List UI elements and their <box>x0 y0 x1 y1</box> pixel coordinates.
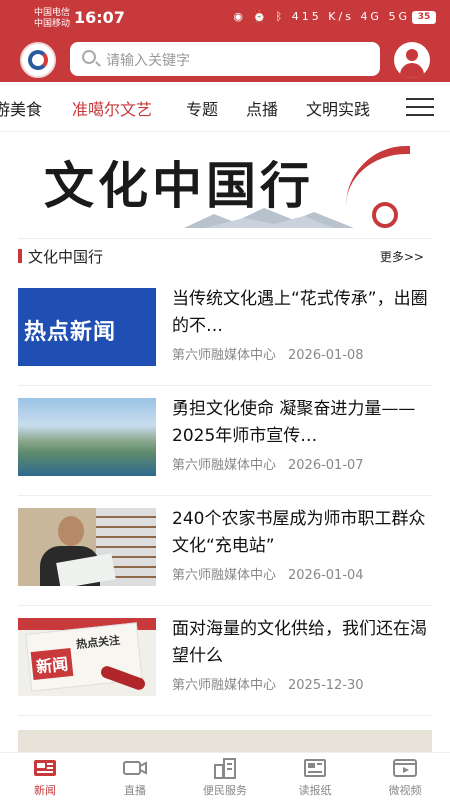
swirl-icon <box>372 202 398 228</box>
news-source: 第六师融媒体中心 <box>172 568 277 583</box>
section-title: 文化中国行 <box>28 248 104 266</box>
news-source: 第六师融媒体中心 <box>172 678 277 693</box>
film-icon <box>393 759 417 777</box>
newspaper-read-icon <box>304 759 326 777</box>
carrier-2: 中国移动 <box>34 19 71 29</box>
nav-services[interactable]: 便民服务 <box>190 757 260 798</box>
carrier-info: 中国电信 中国移动 <box>34 8 70 30</box>
search-input[interactable]: 请输入关键字 <box>106 50 190 70</box>
tab-food[interactable]: 游美食 <box>0 96 42 120</box>
news-date: 2025-12-30 <box>288 678 364 693</box>
news-date: 2026-01-08 <box>288 348 364 363</box>
more-link[interactable]: 更多>> <box>380 248 424 265</box>
news-item[interactable]: 新闻 热点关注 面对海量的文化供给，我们还在渴望什么 第六师融媒体中心 2025-… <box>18 606 432 716</box>
news-meta: 第六师融媒体中心 2026-01-07 <box>172 454 364 473</box>
nav-news[interactable]: 新闻 <box>10 757 80 798</box>
nav-label: 直播 <box>124 784 146 797</box>
nav-label: 微视频 <box>388 784 422 797</box>
bluetooth-icon: ᛒ <box>275 10 286 23</box>
signal-4g: 4G <box>360 10 382 23</box>
nav-live[interactable]: 直播 <box>100 757 170 798</box>
news-thumbnail: 新闻 热点关注 <box>18 618 156 696</box>
newspaper-icon <box>34 760 56 776</box>
news-thumbnail: 热点新闻 <box>18 288 156 366</box>
section-accent <box>18 249 22 263</box>
signal-5g: 5G <box>388 10 410 23</box>
news-title: 当传统文化遇上“花式传承”，出圈的不… <box>172 289 428 336</box>
banner-title: 文化中国行 <box>44 156 314 215</box>
news-meta: 第六师融媒体中心 2026-01-08 <box>172 344 364 363</box>
next-banner-partial[interactable] <box>18 730 432 752</box>
nav-label: 读报纸 <box>298 784 332 797</box>
thumbnail-caption: 热点新闻 <box>24 320 117 345</box>
app-logo[interactable] <box>20 42 56 78</box>
news-title: 面对海量的文化供给，我们还在渴望什么 <box>172 619 427 666</box>
news-date: 2026-01-04 <box>288 568 364 583</box>
tab-literature[interactable]: 准噶尔文艺 <box>72 96 152 120</box>
bottom-nav: 新闻 直播 便民服务 读报纸 微视频 <box>0 752 450 800</box>
channel-tabs: 游美食 准噶尔文艺 专题 点播 文明实践 <box>0 82 450 132</box>
news-meta: 第六师融媒体中心 2025-12-30 <box>172 674 364 693</box>
search-icon <box>82 50 96 64</box>
section-header: 文化中国行 更多>> <box>18 238 432 270</box>
news-meta: 第六师融媒体中心 2026-01-04 <box>172 564 364 583</box>
battery-indicator: 35 <box>412 11 436 24</box>
news-item[interactable]: 热点新闻 当传统文化遇上“花式传承”，出圈的不… 第六师融媒体中心 2026-01… <box>18 276 432 386</box>
nav-label: 新闻 <box>34 784 56 797</box>
news-title: 240个农家书屋成为师市职工群众文化“充电站” <box>172 509 426 556</box>
alarm-icon: ⏰ <box>252 10 270 23</box>
tab-civilization[interactable]: 文明实践 <box>306 96 370 120</box>
news-item[interactable]: 240个农家书屋成为师市职工群众文化“充电站” 第六师融媒体中心 2026-01-… <box>18 496 432 606</box>
user-avatar-icon[interactable] <box>394 42 430 78</box>
hamburger-menu-icon[interactable] <box>406 98 434 116</box>
network-speed: 415 K/s <box>291 10 354 23</box>
video-camera-icon <box>123 761 147 775</box>
app-header: 请输入关键字 <box>0 36 450 82</box>
news-source: 第六师融媒体中心 <box>172 458 277 473</box>
news-item[interactable]: 勇担文化使命 凝聚奋进力量——2025年师市宣传… 第六师融媒体中心 2026-0… <box>18 386 432 496</box>
eye-icon: ◉ <box>233 10 246 23</box>
tab-vod[interactable]: 点播 <box>246 96 278 120</box>
nav-label: 便民服务 <box>203 784 247 797</box>
news-thumbnail <box>18 398 156 476</box>
nav-read-paper[interactable]: 读报纸 <box>280 757 350 798</box>
tab-special[interactable]: 专题 <box>186 96 218 120</box>
nav-micro-video[interactable]: 微视频 <box>370 757 440 798</box>
status-icons: ◉ ⏰ ᛒ 415 K/s 4G 5G <box>233 10 410 23</box>
status-bar: 中国电信 中国移动 16:07 ◉ ⏰ ᛒ 415 K/s 4G 5G 35 <box>0 0 450 36</box>
news-date: 2026-01-07 <box>288 458 364 473</box>
news-source: 第六师融媒体中心 <box>172 348 277 363</box>
news-title: 勇担文化使命 凝聚奋进力量——2025年师市宣传… <box>172 399 416 446</box>
news-thumbnail <box>18 508 156 586</box>
status-clock: 16:07 <box>74 8 125 27</box>
thumbnail-caption: 新闻 <box>30 647 74 681</box>
topic-banner[interactable]: 文化中国行 <box>44 140 410 228</box>
carrier-1: 中国电信 <box>34 8 71 18</box>
logo-mark-icon <box>28 50 48 70</box>
buildings-icon <box>214 758 236 779</box>
search-bar[interactable]: 请输入关键字 <box>70 42 380 76</box>
